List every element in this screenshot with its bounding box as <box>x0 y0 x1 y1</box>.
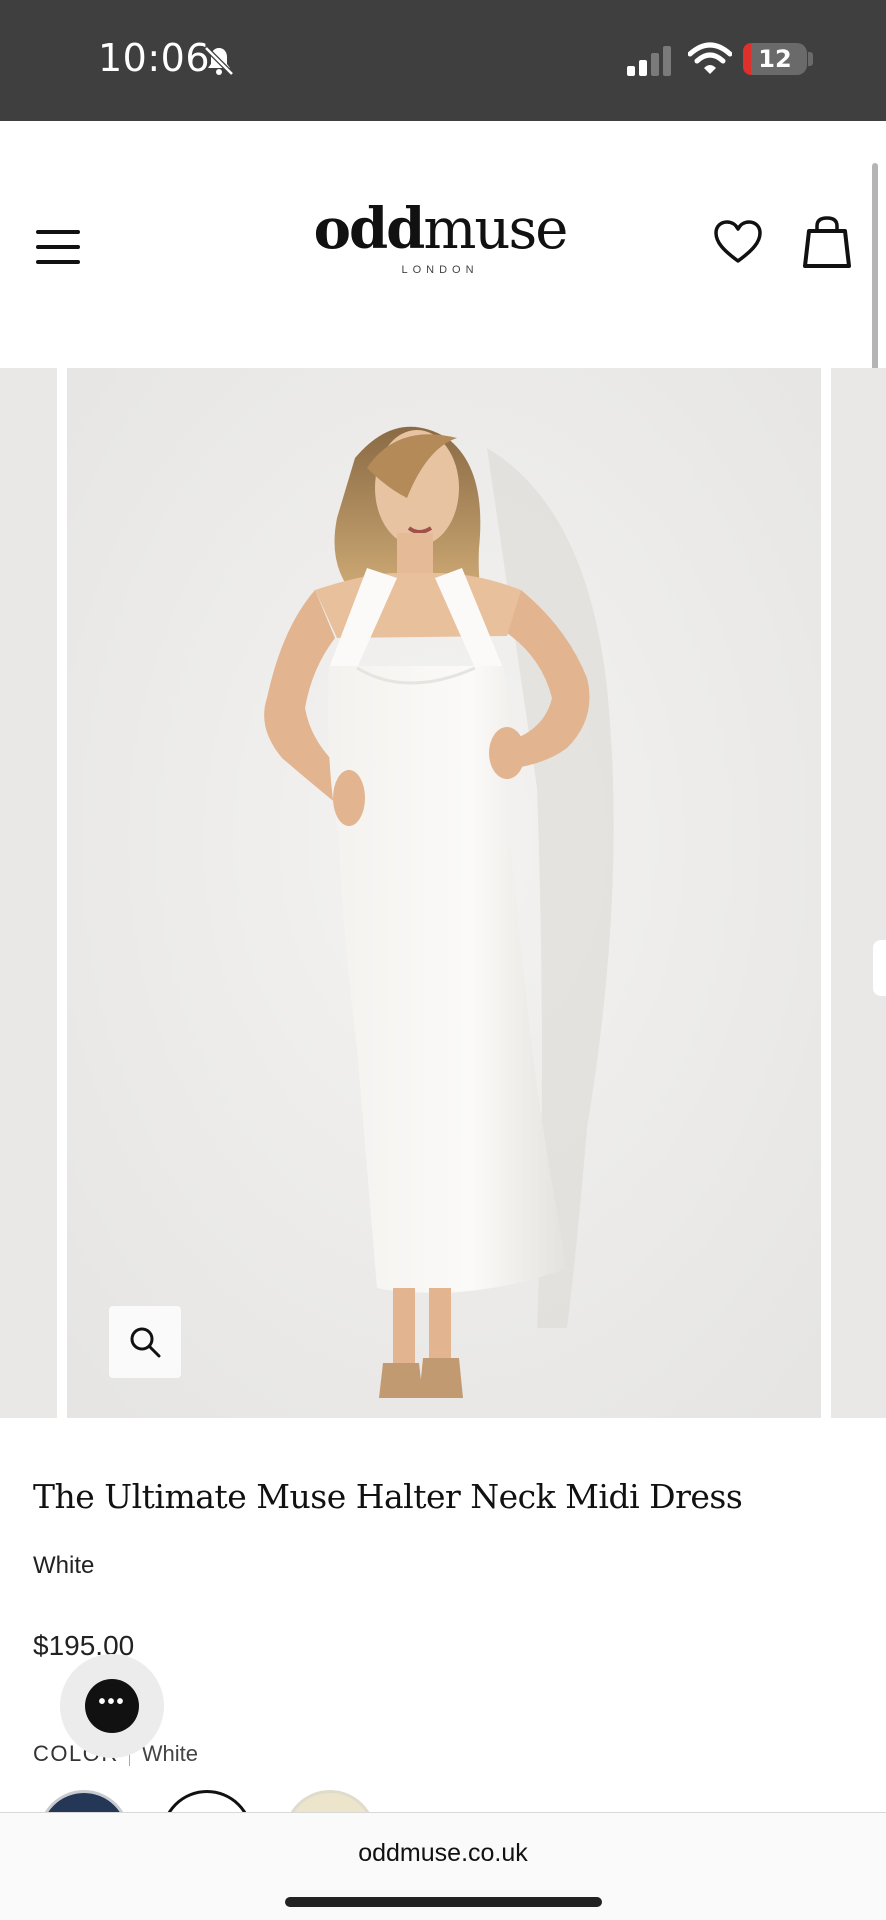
status-bar: 10:06 12 <box>0 0 886 121</box>
battery-cap <box>808 52 813 66</box>
signal-icon <box>627 46 671 76</box>
gallery-next-arrow[interactable] <box>873 940 886 996</box>
product-gallery[interactable] <box>0 368 886 1418</box>
gallery-previous-slide[interactable] <box>0 368 57 1418</box>
chat-dots-icon: ••• <box>85 1679 139 1733</box>
product-variant: White <box>33 1552 95 1579</box>
battery-icon: 12 <box>743 43 807 75</box>
logo-wordmark: oddmuse <box>313 196 569 262</box>
bag-icon[interactable] <box>803 215 851 269</box>
menu-icon[interactable] <box>36 230 80 264</box>
heart-icon[interactable] <box>713 219 763 265</box>
product-photo <box>67 368 821 1418</box>
bell-slash-icon <box>204 46 234 76</box>
color-value: White <box>141 1741 198 1766</box>
zoom-button[interactable] <box>109 1306 181 1378</box>
site-header: oddmuse LONDON <box>0 121 886 368</box>
magnifier-icon <box>130 1327 161 1358</box>
browser-bottom-bar: oddmuse.co.uk <box>0 1812 886 1920</box>
chat-button[interactable]: ••• <box>60 1654 164 1758</box>
logo[interactable]: oddmuse LONDON <box>310 199 570 276</box>
gallery-next-slide[interactable] <box>831 368 886 1418</box>
gallery-main-slide[interactable] <box>67 368 821 1418</box>
url-display[interactable]: oddmuse.co.uk <box>0 1839 886 1868</box>
logo-subtitle: LONDON <box>401 264 479 276</box>
battery-percent: 12 <box>758 45 792 73</box>
product-title: The Ultimate Muse Halter Neck Midi Dress <box>33 1477 743 1516</box>
status-time: 10:06 <box>98 36 211 80</box>
wifi-icon <box>688 42 732 74</box>
home-indicator[interactable] <box>285 1897 602 1907</box>
